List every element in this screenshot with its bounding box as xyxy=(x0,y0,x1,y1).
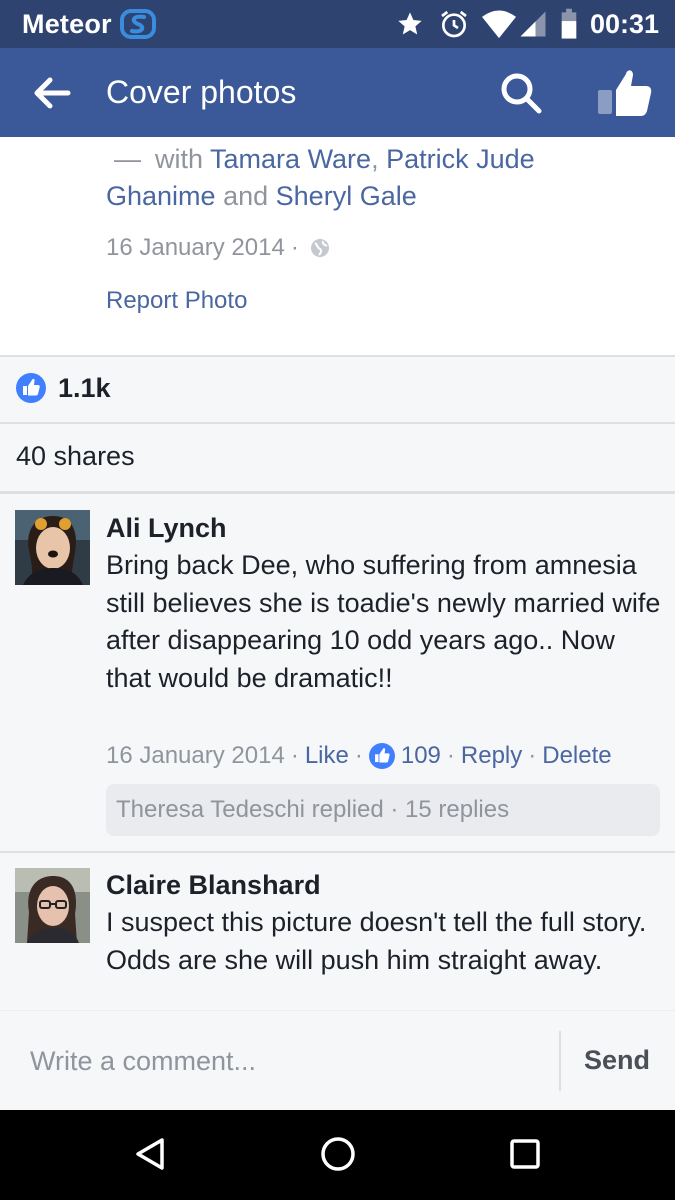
comment-date[interactable]: 16 January 2014 xyxy=(106,742,285,770)
separator-dot: · xyxy=(528,742,537,769)
report-photo-link[interactable]: Report Photo xyxy=(106,287,247,315)
photo-date[interactable]: 16 January 2014 xyxy=(106,234,285,262)
avatar-image xyxy=(15,868,90,943)
carrier-name: Meteor xyxy=(22,9,112,39)
comment-composer: Send xyxy=(0,1010,675,1110)
tag-dash: — xyxy=(114,144,141,174)
battery-icon xyxy=(561,8,577,39)
app-bar: Cover photos xyxy=(0,48,675,137)
commenter-name[interactable]: Ali Lynch xyxy=(106,513,227,544)
avatar[interactable] xyxy=(15,868,90,943)
comment: Claire Blanshard I suspect this picture … xyxy=(0,853,675,1010)
comment: Ali Lynch Bring back Dee, who suffering … xyxy=(0,494,675,850)
like-comment-button[interactable]: Like xyxy=(305,742,349,770)
nav-home-icon[interactable] xyxy=(318,1134,358,1174)
star-icon xyxy=(398,12,422,35)
back-arrow-icon[interactable] xyxy=(30,74,74,112)
clock: 00:31 xyxy=(589,8,659,39)
delete-button[interactable]: Delete xyxy=(542,742,611,770)
separator-dot: · xyxy=(446,742,455,769)
composer-divider xyxy=(559,1031,561,1091)
like-count-icon xyxy=(368,743,395,769)
comment-input[interactable] xyxy=(14,1029,544,1093)
separator-dot: · xyxy=(290,742,299,769)
globe-icon xyxy=(310,239,329,257)
tag-separator: and xyxy=(223,181,269,211)
reply-button[interactable]: Reply xyxy=(461,742,522,770)
reaction-count: 1.1k xyxy=(58,373,111,403)
page-title: Cover photos xyxy=(106,74,297,110)
tagged-person-link[interactable]: Sheryl Gale xyxy=(276,181,417,211)
send-button[interactable]: Send xyxy=(584,1045,650,1076)
commenter-name[interactable]: Claire Blanshard xyxy=(106,870,321,901)
shares-count[interactable]: 40 shares xyxy=(16,441,135,472)
photo-info: — with Tamara Ware, Patrick Jude Ghanime … xyxy=(0,137,675,355)
alarm-icon xyxy=(441,10,467,38)
comment-text: I suspect this picture doesn't tell the … xyxy=(106,907,647,975)
photo-date-row: 16 January 2014 · xyxy=(106,234,331,262)
divider xyxy=(0,422,675,424)
signal-icon xyxy=(520,11,546,37)
tagged-people-line: — with Tamara Ware, Patrick Jude Ghanime … xyxy=(106,141,646,215)
comment-like-count[interactable]: 109 xyxy=(401,742,441,770)
reactions-row[interactable]: 1.1k xyxy=(0,355,675,423)
screen: Meteor 00:31 Cover photos — with Tamara … xyxy=(0,0,675,1200)
wifi-icon xyxy=(481,10,516,39)
separator-dot: · xyxy=(354,742,363,769)
system-nav-bar xyxy=(0,1110,675,1200)
view-replies-button[interactable]: Theresa Tedeschi replied · 15 replies xyxy=(106,784,660,836)
avatar-image xyxy=(15,510,90,585)
status-bar: Meteor 00:31 xyxy=(0,0,675,48)
thumbs-up-icon[interactable] xyxy=(596,66,654,118)
avatar[interactable] xyxy=(15,510,90,585)
status-icons: 00:31 xyxy=(396,7,659,41)
comment-text: Bring back Dee, who suffering from amnes… xyxy=(106,550,661,693)
feedback-feed: 1.1k 40 shares Ali Lynch Bring back Dee,… xyxy=(0,355,675,1010)
like-reaction-icon xyxy=(16,373,46,403)
nav-recents-icon[interactable] xyxy=(505,1134,545,1174)
tagged-person-link[interactable]: Tamara Ware xyxy=(210,144,371,174)
nav-back-icon[interactable] xyxy=(130,1134,170,1174)
date-separator: · xyxy=(290,234,299,261)
comment-actions: 16 January 2014 · Like · 109 · Reply · D… xyxy=(106,742,612,770)
search-icon[interactable] xyxy=(498,70,544,116)
meteor-logo-icon xyxy=(120,9,156,39)
tag-separator: , xyxy=(371,144,379,174)
tag-prefix: with xyxy=(155,144,204,174)
